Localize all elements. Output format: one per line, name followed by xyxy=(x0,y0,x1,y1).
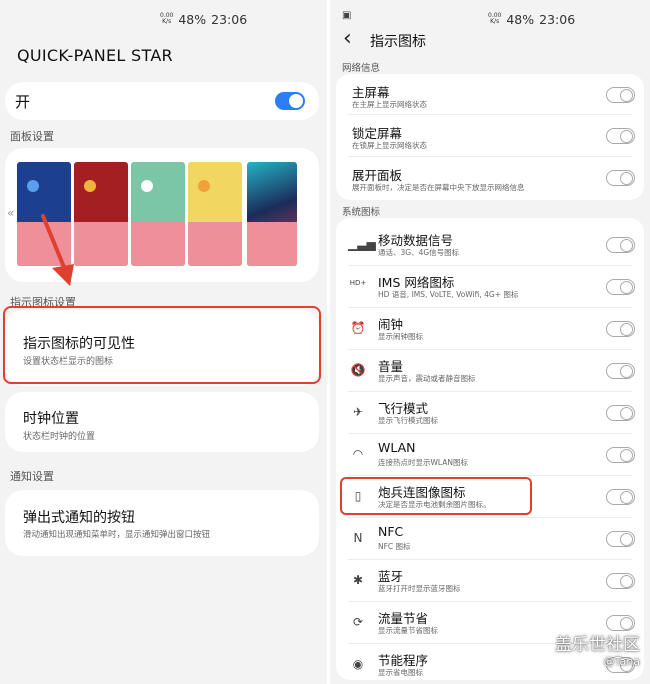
system-icon-subtitle: 显示省电图标 xyxy=(378,668,423,677)
toggle-switch[interactable] xyxy=(606,447,635,463)
volume-mute-icon: 🔇 xyxy=(350,363,366,377)
system-icon-row[interactable]: ▁▃▅ 移动数据信号 通话、3G、4G信号图标 xyxy=(336,224,644,266)
system-icon-subtitle: 显示飞行模式图标 xyxy=(378,416,438,425)
toggle-switch[interactable] xyxy=(606,489,635,505)
watermark-brand: 盖乐世社区 xyxy=(555,635,640,655)
hd-plus-icon: HD+ xyxy=(349,279,367,287)
master-toggle-label: 开 xyxy=(15,93,31,111)
network-info-card: 主屏幕 在主屏上显示网络状态 锁定屏幕 在锁屏上显示网络状态 展开面板 展开面板… xyxy=(336,74,644,200)
popup-button-title: 弹出式通知的按钮 xyxy=(23,510,135,526)
toggle-switch[interactable] xyxy=(606,615,635,631)
clock-time: 23:06 xyxy=(539,11,576,27)
signal-icon: ▁▃▅ xyxy=(348,237,376,251)
panel-theme-thumb[interactable] xyxy=(188,162,242,266)
alarm-icon: ⏰ xyxy=(350,321,366,335)
system-icon-subtitle: 蓝牙打开时显示蓝牙图标 xyxy=(378,584,461,593)
notification-settings-label: 通知设置 xyxy=(10,470,54,483)
system-icon-subtitle: 连接热点时显示WLAN图标 xyxy=(378,458,469,467)
bluetooth-icon: ✱ xyxy=(352,573,364,587)
panel-theme-thumb[interactable] xyxy=(247,162,297,266)
airplane-icon: ✈ xyxy=(352,405,364,419)
toggle-switch[interactable] xyxy=(606,87,635,103)
battery-level: 48% xyxy=(178,11,207,27)
status-bar: 0.00 K/s 48% 23:06 xyxy=(160,10,247,28)
system-icon-title: NFC xyxy=(378,524,404,539)
wifi-icon: ◠ xyxy=(352,447,364,461)
system-icon-subtitle: 显示闹钟图标 xyxy=(378,332,423,341)
system-icon-subtitle: HD 语音, IMS, VoLTE, VoWifi, 4G+ 图标 xyxy=(378,290,519,299)
system-icon-subtitle: 显示声音，震动或者静音图标 xyxy=(378,374,476,383)
theme-dot xyxy=(27,180,39,192)
system-icon-row[interactable]: ◠ WLAN 连接热点时显示WLAN图标 xyxy=(336,434,644,476)
image-notification-icon: ▣ xyxy=(342,10,352,21)
system-icon-title: WLAN xyxy=(378,440,416,455)
system-icon-subtitle: 通话、3G、4G信号图标 xyxy=(378,248,460,257)
right-screen: ▣ 0.00 K/s 48% 23:06 ‹ 指示图标 网络信息 主屏幕 在主屏… xyxy=(327,0,650,684)
master-toggle-switch[interactable] xyxy=(275,92,305,110)
toggle-switch[interactable] xyxy=(606,363,635,379)
network-speed: 0.00 K/s xyxy=(160,12,174,25)
watermark-user: @Tana xyxy=(603,655,640,668)
system-icons-card: ▁▃▅ 移动数据信号 通话、3G、4G信号图标 HD+ IMS 网络图标 HD 语音, I… xyxy=(336,218,644,680)
app-title: QUICK-PANEL STAR xyxy=(17,46,173,65)
highlight-box xyxy=(340,477,532,515)
system-icon-row[interactable]: HD+ IMS 网络图标 HD 语音, IMS, VoLTE, VoWifi, 4G… xyxy=(336,266,644,308)
power-saving-icon: ◉ xyxy=(352,657,364,671)
nfc-icon: N xyxy=(353,531,363,545)
network-info-label: 网络信息 xyxy=(342,63,381,74)
panel-theme-thumb[interactable] xyxy=(131,162,185,266)
status-bar: 0.00 K/s 48% 23:06 xyxy=(488,10,575,28)
left-screen: 0.00 K/s 48% 23:06 QUICK-PANEL STAR 开 面板… xyxy=(0,0,327,684)
system-icon-subtitle: NFC 图标 xyxy=(378,542,411,551)
toggle-switch[interactable] xyxy=(606,321,635,337)
theme-dot xyxy=(84,180,96,192)
network-speed: 0.00 K/s xyxy=(488,12,502,25)
page-title: 指示图标 xyxy=(370,34,426,50)
back-icon[interactable]: ‹ xyxy=(343,26,352,51)
master-toggle-row[interactable]: 开 xyxy=(5,82,319,120)
clock-time: 23:06 xyxy=(211,11,248,27)
toggle-switch[interactable] xyxy=(606,573,635,589)
system-icon-row[interactable]: ✱ 蓝牙 蓝牙打开时显示蓝牙图标 xyxy=(336,560,644,602)
system-icon-subtitle: 显示流量节省图标 xyxy=(378,626,438,635)
theme-dot xyxy=(198,180,210,192)
scroll-left-icon[interactable]: « xyxy=(7,206,14,220)
toggle-switch[interactable] xyxy=(606,170,635,186)
system-icon-row[interactable]: ✈ 飞行模式 显示飞行模式图标 xyxy=(336,392,644,434)
toggle-switch[interactable] xyxy=(606,405,635,421)
theme-dot xyxy=(141,180,153,192)
pointer-arrow xyxy=(41,214,74,286)
data-saver-icon: ⟳ xyxy=(352,615,364,629)
panel-theme-thumb[interactable] xyxy=(74,162,128,266)
toggle-switch[interactable] xyxy=(606,128,635,144)
highlight-box xyxy=(3,306,321,384)
toggle-switch[interactable] xyxy=(606,237,635,253)
clock-position-item[interactable]: 时钟位置 状态栏时钟的位置 xyxy=(5,392,319,452)
clock-position-subtitle: 状态栏时钟的位置 xyxy=(23,432,96,442)
system-icon-row[interactable]: ⏰ 闹钟 显示闹钟图标 xyxy=(336,308,644,350)
popup-button-item[interactable]: 弹出式通知的按钮 滑动通知出现通知菜单时，显示通知弹出窗口按钮 xyxy=(5,490,319,556)
system-icons-label: 系统图标 xyxy=(342,207,381,218)
panel-settings-label: 面板设置 xyxy=(10,130,54,143)
system-icon-row[interactable]: N NFC NFC 图标 xyxy=(336,518,644,560)
toggle-switch[interactable] xyxy=(606,279,635,295)
popup-button-subtitle: 滑动通知出现通知菜单时，显示通知弹出窗口按钮 xyxy=(23,530,211,540)
clock-position-title: 时钟位置 xyxy=(23,411,79,427)
toggle-switch[interactable] xyxy=(606,531,635,547)
battery-level: 48% xyxy=(506,11,535,27)
system-icon-row[interactable]: 🔇 音量 显示声音，震动或者静音图标 xyxy=(336,350,644,392)
